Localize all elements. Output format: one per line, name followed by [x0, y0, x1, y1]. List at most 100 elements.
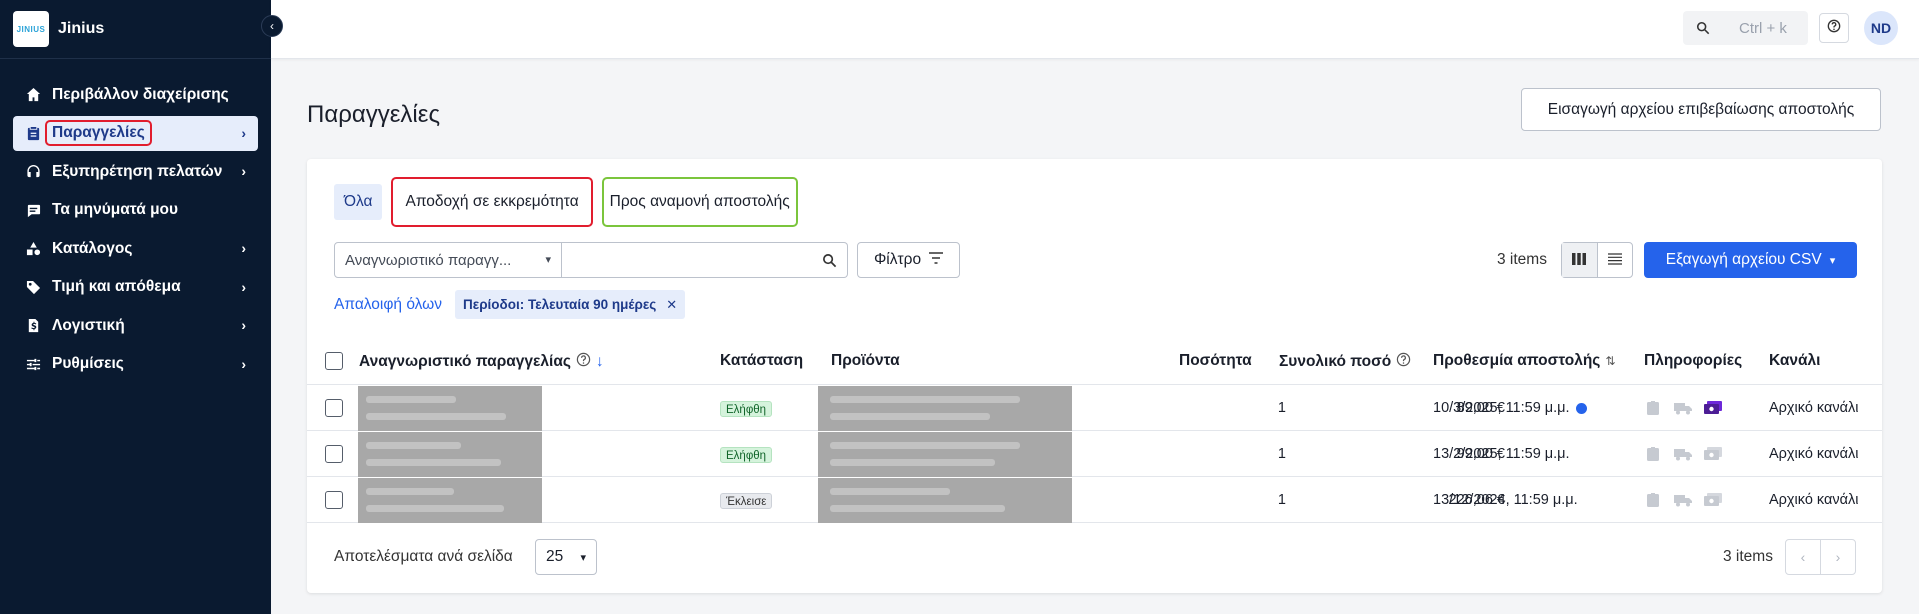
status-badge: Ελήφθη	[720, 401, 773, 417]
column-header-order-id[interactable]: Αναγνωριστικό παραγγελίας ↓	[359, 352, 604, 372]
sidebar-item-orders[interactable]: Παραγγελίες ›	[13, 115, 258, 151]
payment-icon[interactable]	[1704, 399, 1722, 417]
sidebar: JINIUS Jinius Περιβάλλον διαχείρισης Παρ…	[0, 0, 271, 614]
deadline-value: 13/2/2025, 11:59 μ.μ.	[1433, 446, 1570, 462]
channel-cell: Αρχικό κανάλι	[1769, 446, 1859, 462]
chevron-right-icon: ›	[241, 355, 246, 372]
deadline-cell: 13/2/2025, 11:59 μ.μ.	[1433, 446, 1570, 462]
sidebar-item-customer-service[interactable]: Εξυπηρέτηση πελατών ›	[13, 154, 258, 189]
info-icons	[1644, 445, 1722, 463]
help-icon	[1827, 19, 1841, 37]
next-page-button[interactable]: ›	[1821, 540, 1855, 574]
columns-view-button[interactable]	[1562, 243, 1598, 277]
redacted-order-id	[358, 386, 542, 431]
export-csv-button[interactable]: Εξαγωγή αρχείου CSV ▾	[1644, 242, 1857, 278]
page-title: Παραγγελίες	[307, 101, 441, 128]
sidebar-item-label: Κατάλογος	[52, 239, 133, 257]
sidebar-item-messages[interactable]: Τα μηνύματά μου	[13, 193, 258, 228]
search-placeholder: Ctrl + k	[1739, 19, 1787, 37]
per-page-select[interactable]: 25 ▾	[535, 539, 597, 575]
order-tabs: Όλα Αποδοχή σε εκκρεμότητα Προς αναμονή …	[334, 177, 798, 227]
sidebar-item-label: Περιβάλλον διαχείρισης	[52, 85, 229, 103]
quantity-cell: 1	[1277, 492, 1286, 508]
sidebar-item-price-stock[interactable]: Τιμή και απόθεμα ›	[13, 270, 258, 305]
filter-button[interactable]: Φίλτρο	[857, 242, 960, 278]
search-field-select[interactable]: Αναγνωριστικό παραγγ... ▾	[334, 242, 562, 278]
row-checkbox[interactable]	[325, 399, 343, 417]
redacted-product	[818, 478, 1072, 523]
tab-all[interactable]: Όλα	[334, 184, 383, 220]
topbar: Ctrl + k ND	[271, 0, 1919, 59]
active-filters: Απαλοιφή όλων Περίοδοι: Τελευταία 90 ημέ…	[334, 290, 686, 319]
truck-icon[interactable]	[1674, 399, 1692, 417]
quantity-cell: 1	[1277, 400, 1286, 416]
tab-pending-acceptance[interactable]: Αποδοχή σε εκκρεμότητα	[391, 177, 593, 227]
help-button[interactable]	[1819, 13, 1849, 43]
footer-items-count: 3 items	[1723, 548, 1773, 565]
info-icon[interactable]	[1575, 402, 1587, 414]
previous-page-button[interactable]: ‹	[1786, 540, 1821, 574]
brand[interactable]: JINIUS Jinius	[0, 0, 271, 59]
search-icon[interactable]	[822, 253, 837, 272]
table-row[interactable]: Ελήφθη 1 89,00 € 10/3/2025, 11:59 μ.μ. Α…	[307, 386, 1882, 431]
redacted-product	[818, 386, 1072, 431]
sort-descending-icon[interactable]: ↓	[596, 353, 604, 371]
column-header-label: Προθεσμία αποστολής	[1433, 352, 1601, 369]
help-icon	[1396, 352, 1411, 372]
info-icons	[1644, 399, 1722, 417]
table-row[interactable]: Ελήφθη 1 99,00 € 13/2/2025, 11:59 μ.μ. Α…	[307, 432, 1882, 477]
chevron-down-icon: ▾	[1829, 254, 1836, 267]
order-search-input[interactable]	[561, 242, 848, 278]
chevron-right-icon: ›	[241, 240, 246, 256]
select-all-checkbox[interactable]	[325, 352, 343, 370]
deadline-cell: 10/3/2025, 11:59 μ.μ.	[1433, 400, 1587, 416]
sort-icon: ⇅	[1605, 354, 1616, 368]
sidebar-item-label: Εξυπηρέτηση πελατών	[52, 162, 223, 180]
sidebar-item-dashboard[interactable]: Περιβάλλον διαχείρισης	[13, 77, 258, 112]
sidebar-item-accounting[interactable]: Λογιστική ›	[13, 308, 258, 343]
import-shipping-confirmation-button[interactable]: Εισαγωγή αρχείου επιβεβαίωσης αποστολής	[1521, 88, 1881, 131]
chevron-right-icon: ›	[1835, 549, 1841, 565]
column-header-deadline[interactable]: Προθεσμία αποστολής ⇅	[1433, 352, 1615, 370]
sidebar-nav: Περιβάλλον διαχείρισης Παραγγελίες › Εξυ…	[0, 59, 271, 382]
row-checkbox[interactable]	[325, 445, 343, 463]
deadline-cell: 13/12/2024, 11:59 μ.μ.	[1433, 492, 1578, 508]
payment-icon[interactable]	[1704, 491, 1722, 509]
items-count: 3 items	[1497, 251, 1547, 268]
clipboard-icon[interactable]	[1644, 445, 1662, 463]
sidebar-item-settings[interactable]: Ρυθμίσεις ›	[13, 347, 258, 382]
chevron-right-icon: ›	[241, 124, 246, 141]
orders-card: Όλα Αποδοχή σε εκκρεμότητα Προς αναμονή …	[307, 159, 1882, 593]
sidebar-item-catalog[interactable]: Κατάλογος ›	[13, 231, 258, 266]
sidebar-item-label: Τα μηνύματά μου	[52, 201, 179, 218]
table-row[interactable]: Έκλεισε 1 226,06 € 13/12/2024, 11:59 μ.μ…	[307, 478, 1882, 523]
column-header-status: Κατάσταση	[720, 352, 804, 369]
column-header-info: Πληροφορίες	[1644, 352, 1743, 369]
quantity-cell: 1	[1277, 446, 1286, 462]
deadline-value: 10/3/2025, 11:59 μ.μ.	[1433, 400, 1570, 416]
filter-button-label: Φίλτρο	[873, 251, 922, 268]
row-checkbox[interactable]	[325, 491, 343, 509]
list-view-button[interactable]	[1598, 243, 1633, 277]
avatar[interactable]: ND	[1864, 11, 1898, 45]
message-icon	[24, 203, 42, 218]
document-dollar-icon	[24, 318, 42, 333]
column-header-products: Προϊόντα	[831, 352, 900, 369]
pagination: ‹ ›	[1785, 539, 1856, 575]
chevron-down-icon: ▾	[580, 552, 586, 564]
clear-all-link[interactable]: Απαλοιφή όλων	[334, 296, 442, 314]
global-search-input[interactable]: Ctrl + k	[1683, 11, 1808, 45]
redacted-order-id	[358, 432, 542, 477]
tab-awaiting-shipment[interactable]: Προς αναμονή αποστολής	[601, 177, 798, 227]
channel-cell: Αρχικό κανάλι	[1769, 492, 1859, 508]
sidebar-item-label: Ρυθμίσεις	[52, 355, 124, 372]
truck-icon[interactable]	[1674, 491, 1692, 509]
per-page-label: Αποτελέσματα ανά σελίδα	[334, 548, 513, 565]
payment-icon[interactable]	[1704, 445, 1722, 463]
collapse-sidebar-button[interactable]: ‹	[261, 15, 283, 37]
clipboard-icon[interactable]	[1644, 399, 1662, 417]
clipboard-icon[interactable]	[1644, 491, 1662, 509]
truck-icon[interactable]	[1674, 445, 1692, 463]
close-icon[interactable]: ✕	[666, 297, 677, 313]
view-toggle	[1561, 242, 1633, 278]
